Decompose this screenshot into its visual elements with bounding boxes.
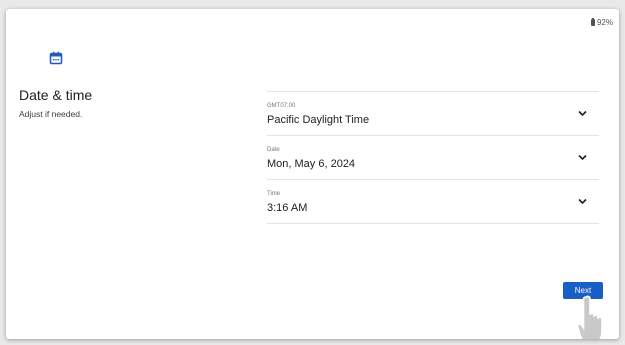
hand-pointer-icon bbox=[577, 295, 603, 339]
chevron-down-icon bbox=[578, 110, 587, 117]
status-bar: 92% bbox=[590, 18, 613, 27]
time-caption: Time bbox=[267, 191, 281, 197]
timezone-caption: GMT07:00 bbox=[267, 103, 296, 109]
date-value: Mon, May 6, 2024 bbox=[267, 158, 356, 170]
battery-level: 92% bbox=[596, 18, 613, 27]
timezone-value: Pacific Daylight Time bbox=[267, 114, 370, 126]
calendar-icon bbox=[49, 51, 63, 65]
date-dropdown[interactable]: Date Mon, May 6, 2024 bbox=[267, 136, 599, 180]
battery-icon bbox=[590, 18, 595, 26]
chevron-down-icon bbox=[578, 198, 587, 205]
time-value: 3:16 AM bbox=[267, 202, 308, 214]
time-dropdown[interactable]: Time 3:16 AM bbox=[267, 180, 599, 224]
chevron-down-icon bbox=[578, 154, 587, 161]
page-title: Date & time bbox=[19, 87, 93, 103]
setup-screen: 92% Date & time Adjust if needed. GMT07:… bbox=[6, 9, 619, 339]
date-caption: Date bbox=[267, 147, 280, 153]
page-subtitle: Adjust if needed. bbox=[19, 109, 83, 119]
timezone-dropdown[interactable]: GMT07:00 Pacific Daylight Time bbox=[267, 92, 599, 136]
settings-list: GMT07:00 Pacific Daylight Time Date Mon,… bbox=[267, 91, 599, 224]
